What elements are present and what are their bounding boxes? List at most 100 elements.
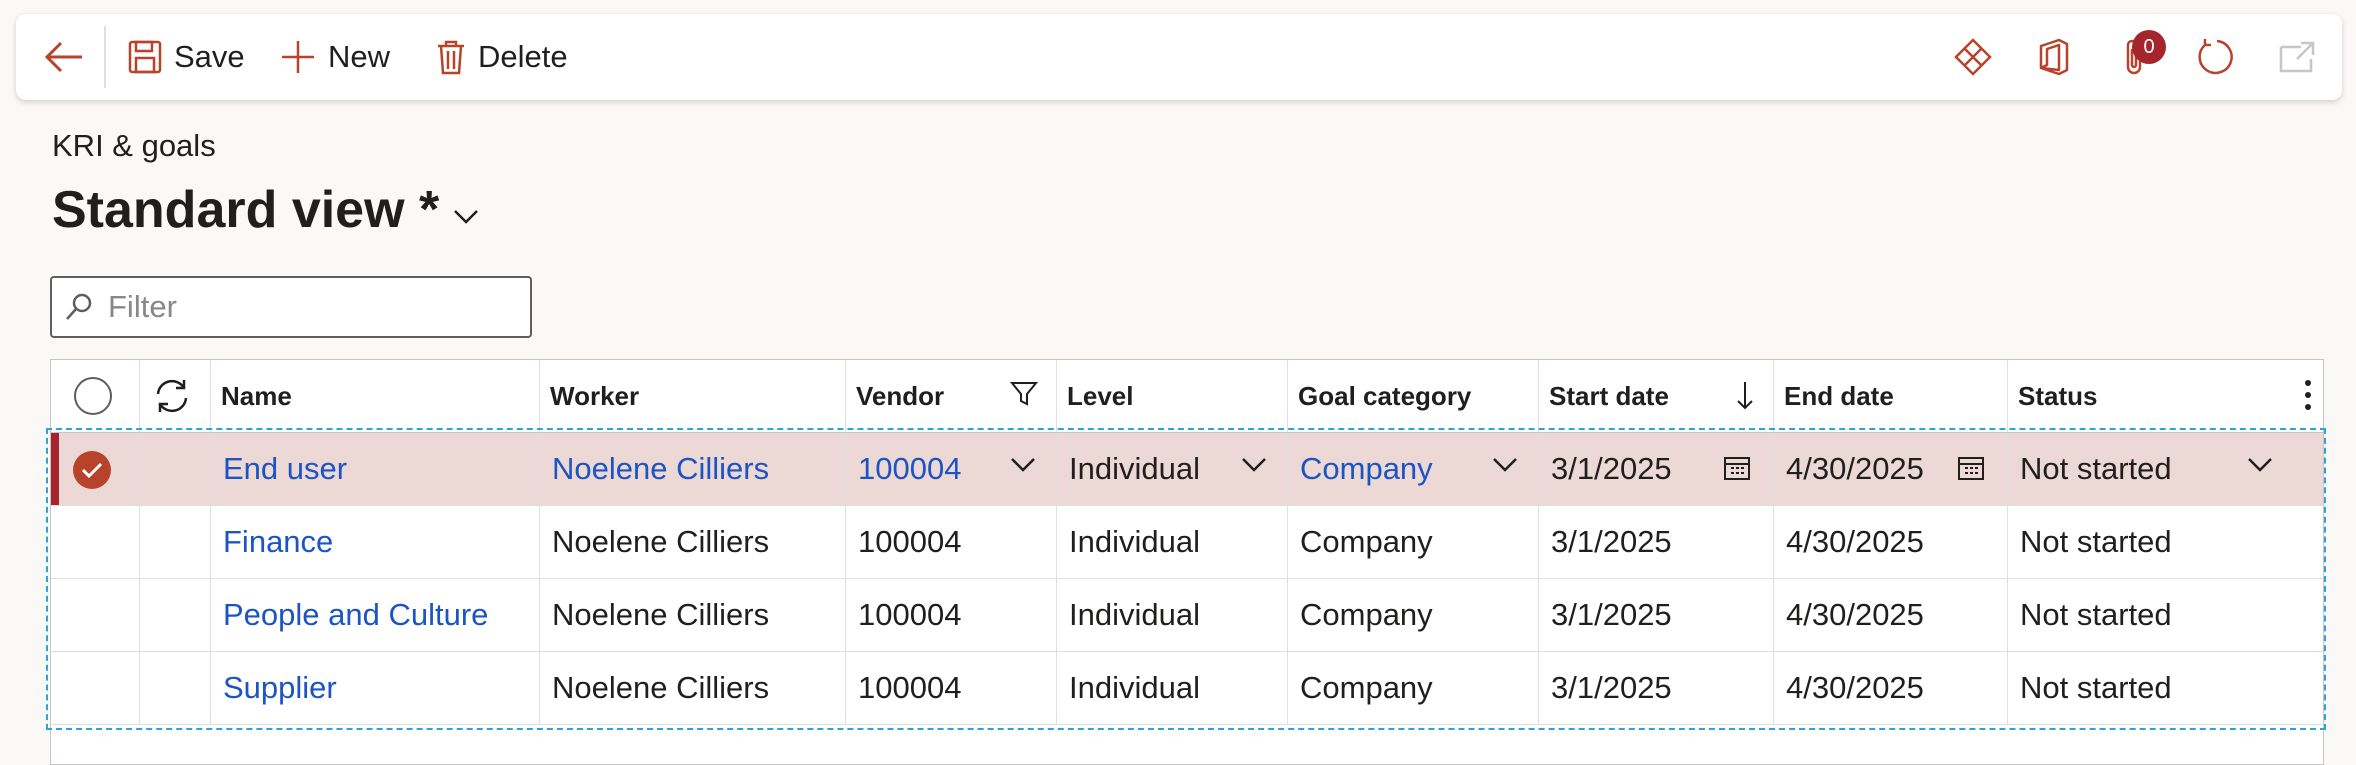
- worker-cell[interactable]: Noelene Cilliers: [540, 579, 846, 651]
- table-row[interactable]: Supplier Noelene Cilliers 100004 Individ…: [51, 652, 2323, 725]
- goal-category-cell[interactable]: Company: [1288, 506, 1539, 578]
- vendor-cell[interactable]: 100004: [846, 506, 1057, 578]
- status-cell[interactable]: Not started: [2008, 433, 2323, 505]
- goal-category-value[interactable]: Company: [1300, 451, 1433, 487]
- level-cell[interactable]: Individual: [1057, 506, 1288, 578]
- chevron-down-icon[interactable]: [1010, 457, 1036, 473]
- column-label-worker: Worker: [550, 380, 640, 411]
- action-pane: Save New Delete 0: [16, 14, 2342, 100]
- start-date-cell[interactable]: 3/1/2025: [1539, 433, 1774, 505]
- column-header-worker[interactable]: Worker: [540, 360, 846, 432]
- checkmark-icon: [81, 462, 103, 479]
- open-new-window-icon: [2279, 41, 2315, 73]
- new-button[interactable]: New: [280, 34, 390, 80]
- column-header-goal-category[interactable]: Goal category: [1288, 360, 1539, 432]
- row-select-cell[interactable]: [51, 652, 140, 724]
- save-button[interactable]: Save: [128, 34, 245, 80]
- more-options-icon[interactable]: [2303, 378, 2313, 412]
- save-icon: [128, 40, 162, 74]
- status-cell[interactable]: Not started: [2008, 652, 2323, 724]
- table-row[interactable]: Finance Noelene Cilliers 100004 Individu…: [51, 506, 2323, 579]
- vendor-cell[interactable]: 100004: [846, 579, 1057, 651]
- sort-descending-icon: [1737, 382, 1753, 410]
- table-row[interactable]: People and Culture Noelene Cilliers 1000…: [51, 579, 2323, 652]
- row-checked-icon[interactable]: [73, 451, 111, 489]
- worker-cell[interactable]: Noelene Cilliers: [540, 652, 846, 724]
- name-cell[interactable]: Supplier: [211, 652, 540, 724]
- name-cell[interactable]: Finance: [211, 506, 540, 578]
- new-label: New: [328, 39, 391, 74]
- delete-button[interactable]: Delete: [436, 34, 568, 80]
- start-date-cell[interactable]: 3/1/2025: [1539, 652, 1774, 724]
- column-label-goal-category: Goal category: [1298, 380, 1472, 411]
- refresh-button[interactable]: [2190, 32, 2240, 82]
- row-select-cell[interactable]: [51, 579, 140, 651]
- end-date-cell[interactable]: 4/30/2025: [1774, 433, 2008, 505]
- refresh-icon: [2198, 39, 2233, 75]
- column-header-name[interactable]: Name: [211, 360, 540, 432]
- end-date-cell[interactable]: 4/30/2025: [1774, 506, 2008, 578]
- row-select-cell[interactable]: [51, 433, 140, 505]
- end-date-cell[interactable]: 4/30/2025: [1774, 652, 2008, 724]
- level-cell[interactable]: Individual: [1057, 579, 1288, 651]
- save-label: Save: [174, 39, 245, 74]
- column-header-end-date[interactable]: End date: [1774, 360, 2008, 432]
- chevron-down-icon: [454, 210, 479, 224]
- end-date-value: 4/30/2025: [1786, 451, 1924, 486]
- calendar-icon[interactable]: [1723, 455, 1751, 481]
- column-header-level[interactable]: Level: [1057, 360, 1288, 432]
- view-selector[interactable]: Standard view *: [52, 180, 479, 240]
- start-date-value: 3/1/2025: [1551, 451, 1672, 486]
- table-row[interactable]: End user Noelene Cilliers 100004 Individ…: [51, 433, 2323, 506]
- toolbar-divider: [104, 26, 106, 88]
- filter-box[interactable]: [50, 276, 532, 338]
- attachments-count-badge: 0: [2132, 30, 2166, 64]
- start-date-cell[interactable]: 3/1/2025: [1539, 506, 1774, 578]
- column-header-start-date[interactable]: Start date: [1539, 360, 1774, 432]
- sync-icon: [156, 379, 188, 413]
- column-header-vendor[interactable]: Vendor: [846, 360, 1057, 432]
- goal-category-cell[interactable]: Company: [1288, 579, 1539, 651]
- filter-input[interactable]: [106, 288, 510, 326]
- breadcrumb: KRI & goals: [52, 128, 216, 163]
- row-spacer-cell: [140, 652, 211, 724]
- back-arrow-icon: [44, 41, 82, 73]
- status-cell[interactable]: Not started: [2008, 506, 2323, 578]
- goal-category-cell[interactable]: Company: [1288, 433, 1539, 505]
- worker-cell[interactable]: Noelene Cilliers: [540, 506, 846, 578]
- power-apps-button[interactable]: [1948, 32, 1998, 82]
- grid-header: Name Worker Vendor Level Goal category S…: [51, 360, 2323, 433]
- row-spacer-cell: [140, 506, 211, 578]
- level-cell[interactable]: Individual: [1057, 652, 1288, 724]
- row-spacer-cell: [140, 579, 211, 651]
- data-grid: Name Worker Vendor Level Goal category S…: [50, 359, 2324, 765]
- name-cell[interactable]: People and Culture: [211, 579, 540, 651]
- back-button[interactable]: [40, 34, 88, 80]
- attachments-button[interactable]: 0: [2110, 30, 2166, 82]
- vendor-cell[interactable]: 100004: [846, 652, 1057, 724]
- delete-label: Delete: [478, 39, 568, 74]
- vendor-cell[interactable]: 100004: [846, 433, 1057, 505]
- worker-cell[interactable]: Noelene Cilliers: [540, 433, 846, 505]
- filter-funnel-icon: [1010, 382, 1038, 406]
- status-cell[interactable]: Not started: [2008, 579, 2323, 651]
- name-cell[interactable]: End user: [211, 433, 540, 505]
- refresh-grid-button[interactable]: [140, 360, 211, 432]
- level-cell[interactable]: Individual: [1057, 433, 1288, 505]
- row-select-cell[interactable]: [51, 506, 140, 578]
- office-button[interactable]: [2030, 32, 2080, 82]
- end-date-cell[interactable]: 4/30/2025: [1774, 579, 2008, 651]
- column-header-status[interactable]: Status: [2008, 360, 2323, 432]
- trash-icon: [438, 40, 464, 75]
- column-label-start-date: Start date: [1549, 380, 1669, 411]
- calendar-icon[interactable]: [1957, 455, 1985, 481]
- chevron-down-icon[interactable]: [1492, 457, 1518, 473]
- open-in-new-window-button[interactable]: [2272, 32, 2322, 82]
- page-title: Standard view *: [52, 181, 440, 239]
- vendor-value[interactable]: 100004: [858, 451, 961, 487]
- chevron-down-icon[interactable]: [1241, 457, 1267, 473]
- chevron-down-icon[interactable]: [2247, 457, 2273, 473]
- start-date-cell[interactable]: 3/1/2025: [1539, 579, 1774, 651]
- select-all-checkbox[interactable]: [51, 360, 140, 432]
- goal-category-cell[interactable]: Company: [1288, 652, 1539, 724]
